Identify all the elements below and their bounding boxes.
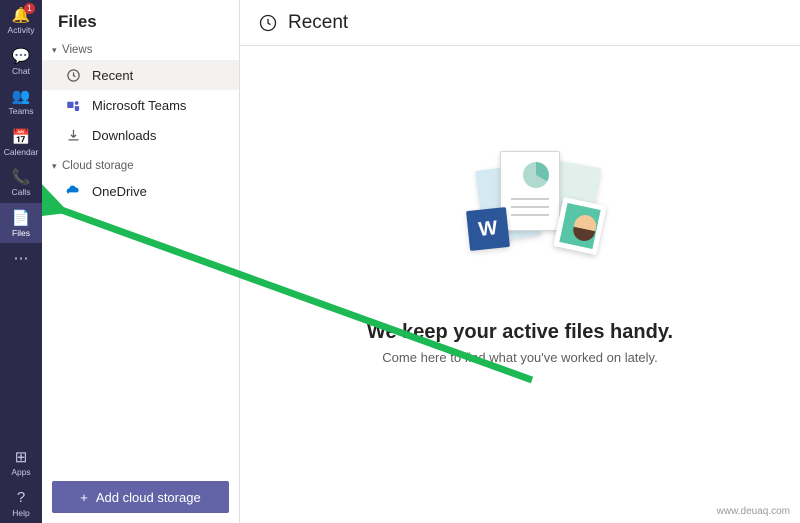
- chevron-down-icon: ▾: [52, 45, 60, 56]
- page-title: Recent: [288, 12, 348, 34]
- sidebar-title: Files: [42, 0, 239, 42]
- rail-item-help[interactable]: ? Help: [0, 483, 42, 523]
- empty-subtitle: Come here to find what you've worked on …: [382, 350, 657, 365]
- sidebar-item-label: Microsoft Teams: [92, 98, 186, 113]
- rail-item-calls[interactable]: 📞 Calls: [0, 162, 42, 203]
- rail-label: Calendar: [4, 148, 39, 157]
- rail-label: Files: [12, 229, 30, 238]
- chat-icon: 💬: [12, 47, 30, 65]
- files-icon: 📄: [12, 209, 30, 227]
- teams-logo-icon: [64, 96, 82, 114]
- help-icon: ?: [12, 489, 30, 507]
- sidebar-item-onedrive[interactable]: OneDrive: [42, 176, 239, 206]
- sidebar-item-recent[interactable]: Recent: [42, 60, 239, 90]
- onedrive-icon: [64, 182, 82, 200]
- rail-label: Teams: [8, 107, 33, 116]
- photo-illustration: [553, 196, 606, 254]
- rail-item-apps[interactable]: ⊞ Apps: [0, 442, 42, 483]
- section-label: Cloud storage: [62, 160, 134, 172]
- plus-icon: +: [80, 490, 88, 505]
- word-icon: W: [466, 207, 510, 251]
- rail-label: Help: [12, 509, 29, 518]
- rail-label: Activity: [8, 26, 35, 35]
- clock-icon: [64, 66, 82, 84]
- activity-badge: 1: [24, 3, 35, 14]
- rail-label: Apps: [11, 468, 30, 477]
- chevron-down-icon: ▾: [52, 161, 60, 172]
- clock-icon: [258, 13, 278, 33]
- add-cloud-storage-button[interactable]: + Add cloud storage: [52, 481, 229, 513]
- watermark: www.deuaq.com: [717, 506, 790, 517]
- rail-label: Chat: [12, 67, 30, 76]
- section-label: Views: [62, 44, 92, 56]
- rail-label: Calls: [12, 188, 31, 197]
- empty-state: W We keep your active files handy. Come …: [240, 46, 800, 523]
- sidebar-item-label: Downloads: [92, 128, 156, 143]
- doc-illustration: [500, 151, 560, 231]
- more-icon: ⋯: [12, 249, 30, 267]
- section-head-views[interactable]: ▾ Views: [42, 42, 239, 60]
- app-root: 🔔 1 Activity 💬 Chat 👥 Teams 📅 Calendar 📞…: [0, 0, 800, 523]
- sidebar-item-label: OneDrive: [92, 184, 147, 199]
- teams-icon: 👥: [12, 87, 30, 105]
- section-head-cloud[interactable]: ▾ Cloud storage: [42, 158, 239, 176]
- main-header: Recent: [240, 0, 800, 46]
- app-rail: 🔔 1 Activity 💬 Chat 👥 Teams 📅 Calendar 📞…: [0, 0, 42, 523]
- rail-item-chat[interactable]: 💬 Chat: [0, 41, 42, 82]
- rail-item-calendar[interactable]: 📅 Calendar: [0, 122, 42, 163]
- empty-illustration: W: [420, 145, 620, 295]
- calendar-icon: 📅: [12, 128, 30, 146]
- rail-item-more[interactable]: ⋯: [0, 243, 42, 273]
- sidebar-item-teams[interactable]: Microsoft Teams: [42, 90, 239, 120]
- rail-item-activity[interactable]: 🔔 1 Activity: [0, 0, 42, 41]
- sidebar-footer: + Add cloud storage: [42, 471, 239, 523]
- sidebar-item-label: Recent: [92, 68, 133, 83]
- calls-icon: 📞: [12, 168, 30, 186]
- section-cloud: ▾ Cloud storage OneDrive: [42, 158, 239, 214]
- section-views: ▾ Views Recent Microsoft Teams Download: [42, 42, 239, 158]
- main-pane: Recent W We keep your active files handy…: [240, 0, 800, 523]
- rail-item-teams[interactable]: 👥 Teams: [0, 81, 42, 122]
- download-icon: [64, 126, 82, 144]
- add-button-label: Add cloud storage: [96, 490, 201, 505]
- empty-title: We keep your active files handy.: [367, 321, 673, 344]
- files-sidebar: Files ▾ Views Recent Microsoft Teams: [42, 0, 240, 523]
- sidebar-item-downloads[interactable]: Downloads: [42, 120, 239, 150]
- rail-item-files[interactable]: 📄 Files: [0, 203, 42, 244]
- apps-icon: ⊞: [12, 448, 30, 466]
